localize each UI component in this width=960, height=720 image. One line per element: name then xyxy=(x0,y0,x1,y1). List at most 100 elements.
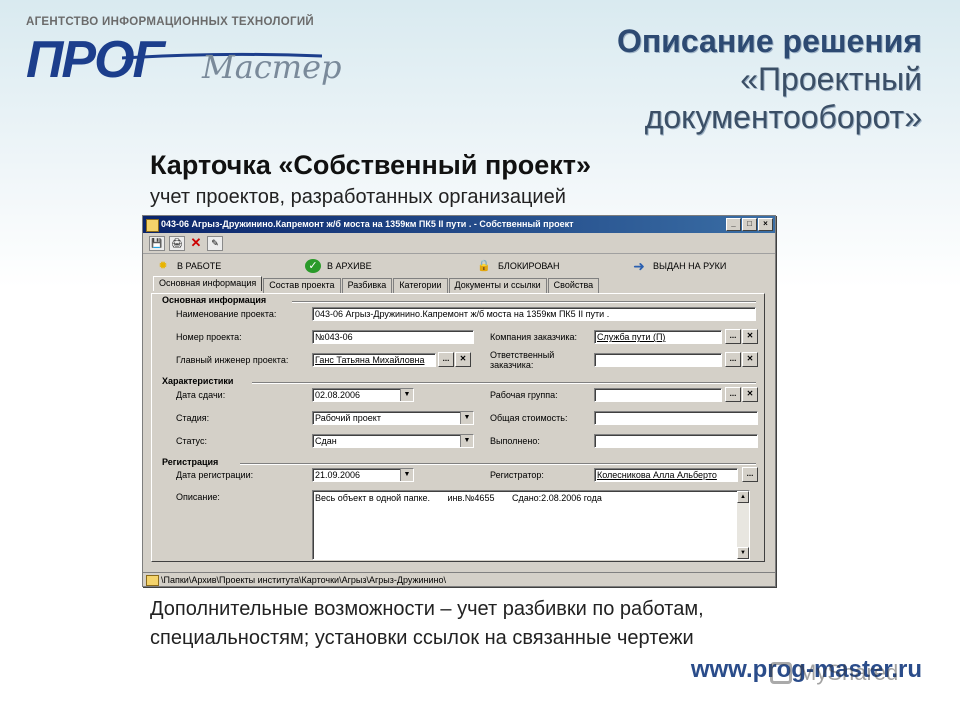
label-registrar: Регистратор: xyxy=(490,470,544,480)
status-in-work-button[interactable]: ✹ В РАБОТЕ xyxy=(155,259,221,273)
maximize-button[interactable]: □ xyxy=(742,218,757,231)
customer-company-field[interactable]: Служба пути (П) xyxy=(594,330,722,344)
registrar-browse-button[interactable]: ... xyxy=(742,467,758,482)
status-archive-label: В АРХИВЕ xyxy=(327,261,372,271)
description-value: Весь объект в одной папке. инв.№4655 Сда… xyxy=(315,493,602,503)
minimize-button[interactable]: _ xyxy=(726,218,741,231)
project-name-field[interactable]: 043-06 Агрыз-Дружинино.Капремонт ж/б мос… xyxy=(312,307,756,321)
label-registration-date: Дата регистрации: xyxy=(176,470,254,480)
registration-date-field[interactable]: 21.09.2006 ▼ xyxy=(312,468,414,482)
lock-icon: 🔒 xyxy=(477,260,491,272)
registrar-field[interactable]: Колесникова Алла Альберто xyxy=(594,468,738,482)
responsible-customer-field[interactable] xyxy=(594,353,722,367)
due-date-field[interactable]: 02.08.2006 ▼ xyxy=(312,388,414,402)
tab-strip: Основная информация Состав проекта Разби… xyxy=(153,276,600,293)
tab-breakdown[interactable]: Разбивка xyxy=(341,278,393,293)
chevron-down-icon[interactable]: ▼ xyxy=(460,435,473,447)
print-icon[interactable]: 🖨 xyxy=(169,235,185,251)
chevron-down-icon[interactable]: ▼ xyxy=(460,412,473,424)
responsible-browse-button[interactable]: ... xyxy=(725,352,741,367)
description-textarea[interactable]: Весь объект в одной папке. инв.№4655 Сда… xyxy=(312,490,750,560)
customer-clear-button[interactable]: ✕ xyxy=(742,329,758,344)
window-titlebar[interactable]: 043-06 Агрыз-Дружинино.Капремонт ж/б мос… xyxy=(143,216,775,233)
status-issued-label: ВЫДАН НА РУКИ xyxy=(653,261,727,271)
watermark: MyShared xyxy=(770,660,930,690)
delete-icon[interactable]: ✕ xyxy=(189,236,203,250)
tab-categories[interactable]: Категории xyxy=(393,278,448,293)
arrow-right-icon: ➜ xyxy=(633,258,645,274)
label-status: Статус: xyxy=(176,436,207,446)
check-icon: ✓ xyxy=(305,259,321,273)
gear-icon: ✹ xyxy=(158,260,168,272)
label-chief-engineer: Главный инженер проекта: xyxy=(176,355,289,365)
folder-path: \Папки\Архив\Проекты института\Карточки\… xyxy=(161,575,446,585)
status-blocked-label: БЛОКИРОВАН xyxy=(498,261,560,271)
watermark-icon xyxy=(770,662,792,684)
scroll-down-icon[interactable]: ▼ xyxy=(737,547,749,559)
label-responsible-customer: Ответственный заказчика: xyxy=(490,350,555,370)
main-info-panel: Основная информация Наименование проекта… xyxy=(151,293,765,562)
logo-tagline: АГЕНТСТВО ИНФОРМАЦИОННЫХ ТЕХНОЛОГИЙ xyxy=(26,16,314,28)
label-project-name: Наименование проекта: xyxy=(176,309,277,319)
tab-properties[interactable]: Свойства xyxy=(547,278,600,293)
path-bar: \Папки\Архив\Проекты института\Карточки\… xyxy=(143,572,775,586)
close-button[interactable]: × xyxy=(758,218,773,231)
chevron-down-icon[interactable]: ▼ xyxy=(400,389,413,401)
chief-clear-button[interactable]: ✕ xyxy=(455,352,471,367)
tab-main-info[interactable]: Основная информация xyxy=(153,276,263,291)
label-customer-company: Компания заказчика: xyxy=(490,332,578,342)
heading-line-2: «Проектный xyxy=(740,61,922,97)
section-registration: Регистрация xyxy=(162,457,219,467)
heading-line-1: Описание решения xyxy=(616,23,922,59)
work-group-field[interactable] xyxy=(594,388,722,402)
total-cost-field[interactable] xyxy=(594,411,758,425)
label-stage: Стадия: xyxy=(176,413,210,423)
status-blocked-button[interactable]: 🔒 БЛОКИРОВАН xyxy=(476,259,560,273)
edit-icon[interactable]: ✎ xyxy=(207,235,223,251)
label-due-date: Дата сдачи: xyxy=(176,390,226,400)
label-description: Описание: xyxy=(176,492,220,502)
tab-composition[interactable]: Состав проекта xyxy=(263,278,341,293)
heading-line-3: документооборот» xyxy=(644,99,922,135)
section-characteristics: Характеристики xyxy=(162,376,234,386)
folder-icon xyxy=(146,575,159,586)
registration-date-value: 21.09.2006 xyxy=(315,470,361,480)
chief-engineer-field[interactable]: Ганс Татьяна Михайловна xyxy=(312,353,436,367)
section-main-info: Основная информация xyxy=(162,295,267,305)
due-date-value: 02.08.2006 xyxy=(315,390,361,400)
status-archive-button[interactable]: ✓ В АРХИВЕ xyxy=(305,259,372,273)
stage-value: Рабочий проект xyxy=(315,413,381,423)
window-app-icon xyxy=(146,219,159,232)
label-work-group: Рабочая группа: xyxy=(490,390,558,400)
project-card-window: 043-06 Агрыз-Дружинино.Капремонт ж/б мос… xyxy=(142,215,776,587)
logo-script-text: Мастер xyxy=(202,48,342,86)
customer-browse-button[interactable]: ... xyxy=(725,329,741,344)
stage-select[interactable]: Рабочий проект ▼ xyxy=(312,411,474,425)
card-subtitle: учет проектов, разработанных организацие… xyxy=(150,186,566,208)
status-in-work-label: В РАБОТЕ xyxy=(177,261,222,271)
scroll-up-icon[interactable]: ▲ xyxy=(737,491,749,503)
status-value: Сдан xyxy=(315,436,337,446)
responsible-clear-button[interactable]: ✕ xyxy=(742,352,758,367)
chief-browse-button[interactable]: ... xyxy=(438,352,454,367)
completed-field[interactable] xyxy=(594,434,758,448)
card-title: Карточка «Собственный проект» xyxy=(150,150,592,180)
company-logo: АГЕНТСТВО ИНФОРМАЦИОННЫХ ТЕХНОЛОГИЙ ПРОГ… xyxy=(22,14,342,94)
workgroup-clear-button[interactable]: ✕ xyxy=(742,387,758,402)
workgroup-browse-button[interactable]: ... xyxy=(725,387,741,402)
status-issued-button[interactable]: ➜ ВЫДАН НА РУКИ xyxy=(631,259,726,273)
project-number-field[interactable]: №043-06 xyxy=(312,330,474,344)
label-completed: Выполнено: xyxy=(490,436,540,446)
slide-heading: Описание решения «Проектный документообо… xyxy=(617,22,922,136)
description-scrollbar[interactable]: ▲ ▼ xyxy=(737,491,749,559)
chevron-down-icon[interactable]: ▼ xyxy=(400,469,413,481)
status-select[interactable]: Сдан ▼ xyxy=(312,434,474,448)
tab-documents-links[interactable]: Документы и ссылки xyxy=(448,278,547,293)
window-title: 043-06 Агрыз-Дружинино.Капремонт ж/б мос… xyxy=(161,219,574,229)
label-total-cost: Общая стоимость: xyxy=(490,413,568,423)
save-icon[interactable]: 💾 xyxy=(149,235,165,251)
label-project-number: Номер проекта: xyxy=(176,332,242,342)
extra-features-text: Дополнительные возможности – учет разбив… xyxy=(150,598,704,649)
watermark-text: MyShared xyxy=(798,660,899,685)
toolbar: 💾 🖨 ✕ ✎ xyxy=(143,233,775,254)
